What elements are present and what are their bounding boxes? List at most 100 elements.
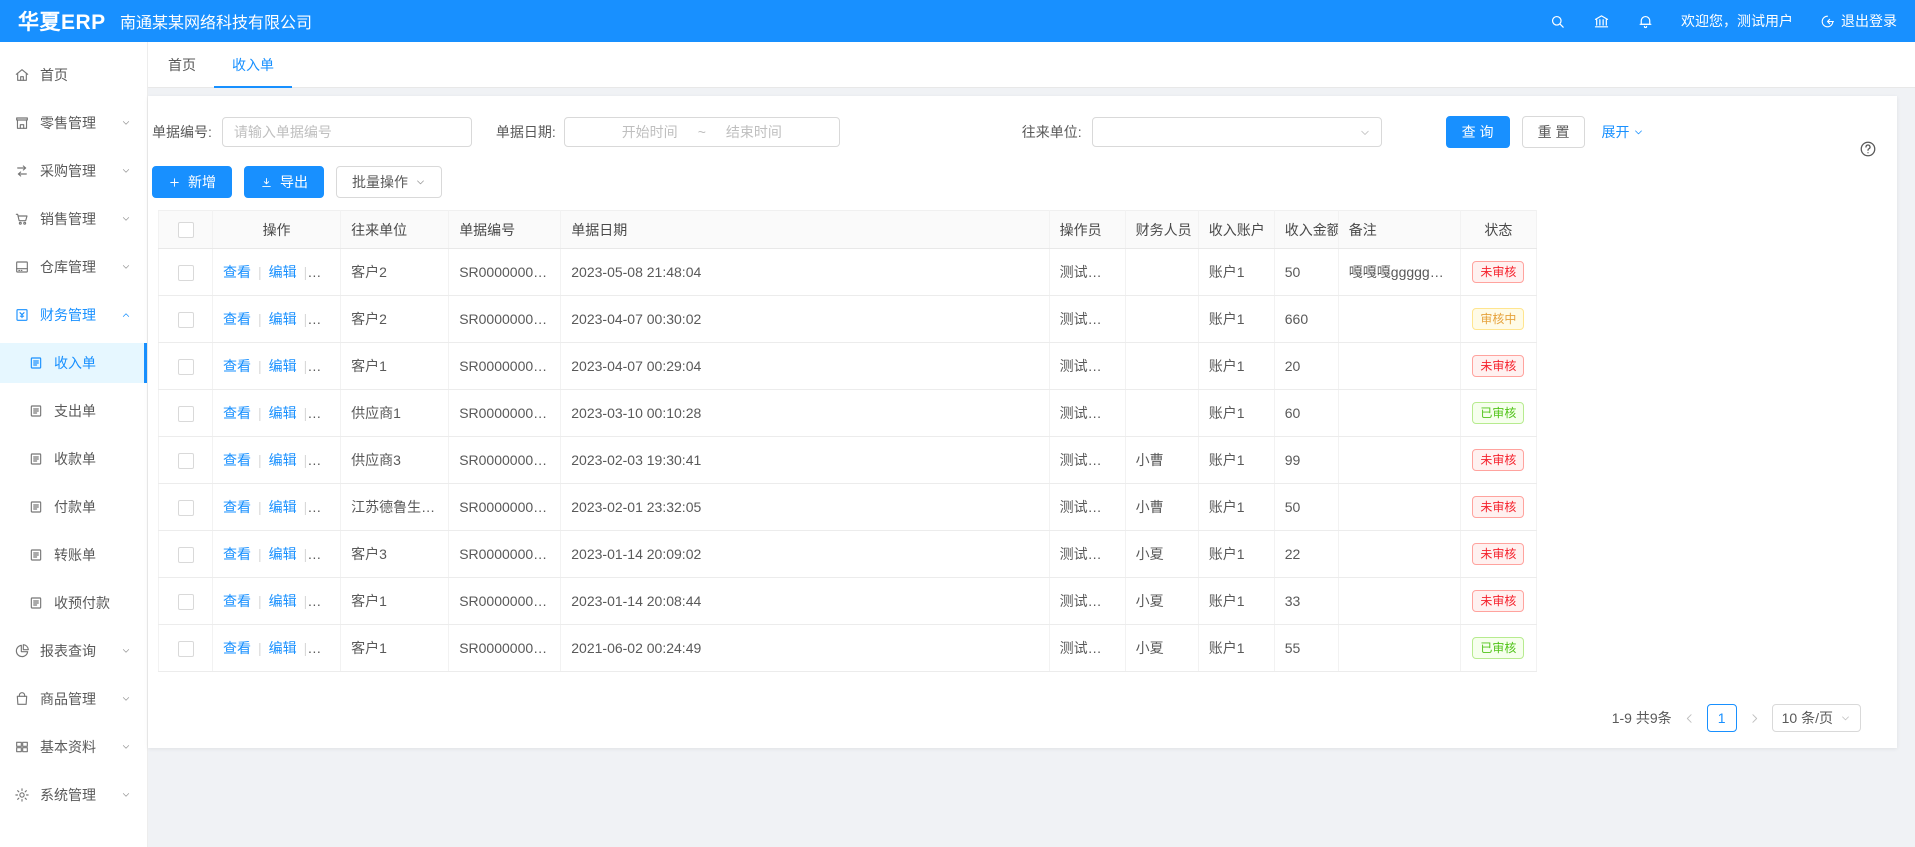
sidebar-item-transfer-bill[interactable]: 转账单: [0, 535, 147, 575]
cell-select: [159, 625, 213, 672]
chevron-down-icon: [1633, 127, 1644, 138]
row-checkbox[interactable]: [178, 500, 194, 516]
sidebar-item-finance[interactable]: 财务管理: [0, 295, 147, 335]
select-all-checkbox[interactable]: [178, 222, 194, 238]
row-checkbox[interactable]: [178, 547, 194, 563]
row-action-edit[interactable]: 编辑: [269, 405, 297, 421]
row-action-view[interactable]: 查看: [223, 640, 251, 656]
pagination: 1-9 共9条 1 10 条/页: [1612, 704, 1861, 732]
sidebar-item-report[interactable]: 报表查询: [0, 631, 147, 671]
tab-home[interactable]: 首页: [150, 42, 214, 87]
row-action-view[interactable]: 查看: [223, 264, 251, 280]
reset-button[interactable]: 重 置: [1522, 116, 1586, 148]
search-icon[interactable]: [1549, 13, 1566, 30]
sidebar-item-sales[interactable]: 销售管理: [0, 199, 147, 239]
table-row: 查看|编辑|删除江苏德鲁生物科技有限...SR000000008822023-0…: [159, 484, 1537, 531]
sidebar-item-advance-receipt[interactable]: 收预付款: [0, 583, 147, 623]
sidebar-item-purchase[interactable]: 采购管理: [0, 151, 147, 191]
sidebar-item-basic-data[interactable]: 基本资料: [0, 727, 147, 767]
row-action-edit[interactable]: 编辑: [269, 593, 297, 609]
row-action-view[interactable]: 查看: [223, 546, 251, 562]
cell-status: 未审核: [1460, 484, 1536, 531]
action-separator: |: [258, 358, 262, 374]
page-1-button[interactable]: 1: [1707, 704, 1737, 732]
row-action-edit[interactable]: 编辑: [269, 264, 297, 280]
tab-income-bill[interactable]: 收入单: [214, 42, 292, 87]
row-action-view[interactable]: 查看: [223, 358, 251, 374]
row-action-edit[interactable]: 编辑: [269, 358, 297, 374]
doc-icon: [28, 595, 44, 611]
row-action-view[interactable]: 查看: [223, 452, 251, 468]
cell-operator: 测试用户: [1049, 296, 1125, 343]
cell-select: [159, 390, 213, 437]
search-button[interactable]: 查 询: [1446, 116, 1510, 148]
sidebar-menu: 首页零售管理采购管理销售管理仓库管理财务管理收入单支出单收款单付款单转账单收预付…: [0, 55, 147, 815]
bag-icon: [14, 691, 30, 707]
sidebar-item-retail[interactable]: 零售管理: [0, 103, 147, 143]
chevron-down-icon: [121, 742, 131, 752]
bell-icon[interactable]: [1637, 13, 1654, 30]
row-checkbox[interactable]: [178, 359, 194, 375]
row-action-edit[interactable]: 编辑: [269, 499, 297, 515]
row-action-edit[interactable]: 编辑: [269, 452, 297, 468]
cell-remark: [1338, 343, 1460, 390]
sidebar-item-receipt-bill[interactable]: 收款单: [0, 439, 147, 479]
row-checkbox[interactable]: [178, 641, 194, 657]
date-range-picker[interactable]: 开始时间 ~ 结束时间: [564, 117, 840, 147]
row-action-view[interactable]: 查看: [223, 499, 251, 515]
cell-bill-no: SR00000000643: [449, 625, 561, 672]
cell-income-amount: 50: [1274, 484, 1338, 531]
row-action-edit[interactable]: 编辑: [269, 640, 297, 656]
cell-finance-staff: [1125, 390, 1198, 437]
sidebar-item-warehouse[interactable]: 仓库管理: [0, 247, 147, 287]
cell-income-account: 账户1: [1198, 484, 1274, 531]
sidebar-item-system[interactable]: 系统管理: [0, 775, 147, 815]
export-button[interactable]: 导出: [244, 166, 324, 198]
sidebar-item-payment-bill[interactable]: 付款单: [0, 487, 147, 527]
row-action-edit[interactable]: 编辑: [269, 311, 297, 327]
status-badge: 未审核: [1472, 261, 1524, 283]
cell-remark: [1338, 531, 1460, 578]
pie-icon: [14, 643, 30, 659]
sidebar-item-expense-bill[interactable]: 支出单: [0, 391, 147, 431]
column-header-partner: 往来单位: [341, 211, 449, 249]
page-size-label: 10 条/页: [1782, 708, 1833, 728]
expand-link[interactable]: 展开: [1601, 122, 1644, 142]
sidebar-item-income-bill[interactable]: 收入单: [0, 343, 147, 383]
row-action-view[interactable]: 查看: [223, 593, 251, 609]
sidebar-item-goods[interactable]: 商品管理: [0, 679, 147, 719]
sidebar-item-label: 付款单: [54, 497, 96, 517]
logout-button[interactable]: 退出登录: [1820, 11, 1897, 31]
row-action-edit[interactable]: 编辑: [269, 546, 297, 562]
cell-status: 未审核: [1460, 437, 1536, 484]
row-checkbox[interactable]: [178, 312, 194, 328]
bill-no-input[interactable]: [222, 117, 472, 147]
help-icon[interactable]: [1859, 140, 1877, 158]
bank-icon[interactable]: [1593, 13, 1610, 30]
add-button[interactable]: 新增: [152, 166, 232, 198]
cell-actions: 查看|编辑|删除: [213, 484, 341, 531]
cell-finance-staff: [1125, 249, 1198, 296]
prev-page-button[interactable]: [1683, 712, 1696, 725]
cell-income-account: 账户1: [1198, 296, 1274, 343]
partner-select[interactable]: [1092, 117, 1382, 147]
sidebar-item-home[interactable]: 首页: [0, 55, 147, 95]
cell-remark: [1338, 625, 1460, 672]
page-size-select[interactable]: 10 条/页: [1772, 704, 1861, 732]
row-checkbox[interactable]: [178, 265, 194, 281]
next-page-button[interactable]: [1748, 712, 1761, 725]
cell-income-amount: 50: [1274, 249, 1338, 296]
export-label: 导出: [280, 172, 308, 192]
company-name: 南通某某网络科技有限公司: [120, 9, 312, 33]
row-checkbox[interactable]: [178, 594, 194, 610]
chevron-down-icon: [1359, 127, 1371, 139]
row-checkbox[interactable]: [178, 406, 194, 422]
row-action-view[interactable]: 查看: [223, 311, 251, 327]
row-checkbox[interactable]: [178, 453, 194, 469]
batch-actions-button[interactable]: 批量操作: [336, 166, 442, 198]
bill-date-label: 单据日期:: [496, 122, 556, 142]
action-separator: |: [258, 546, 262, 562]
row-action-view[interactable]: 查看: [223, 405, 251, 421]
top-header: 华夏ERP 南通某某网络科技有限公司 欢迎您，测试用户 退出登录: [0, 0, 1915, 42]
cell-status: 未审核: [1460, 531, 1536, 578]
